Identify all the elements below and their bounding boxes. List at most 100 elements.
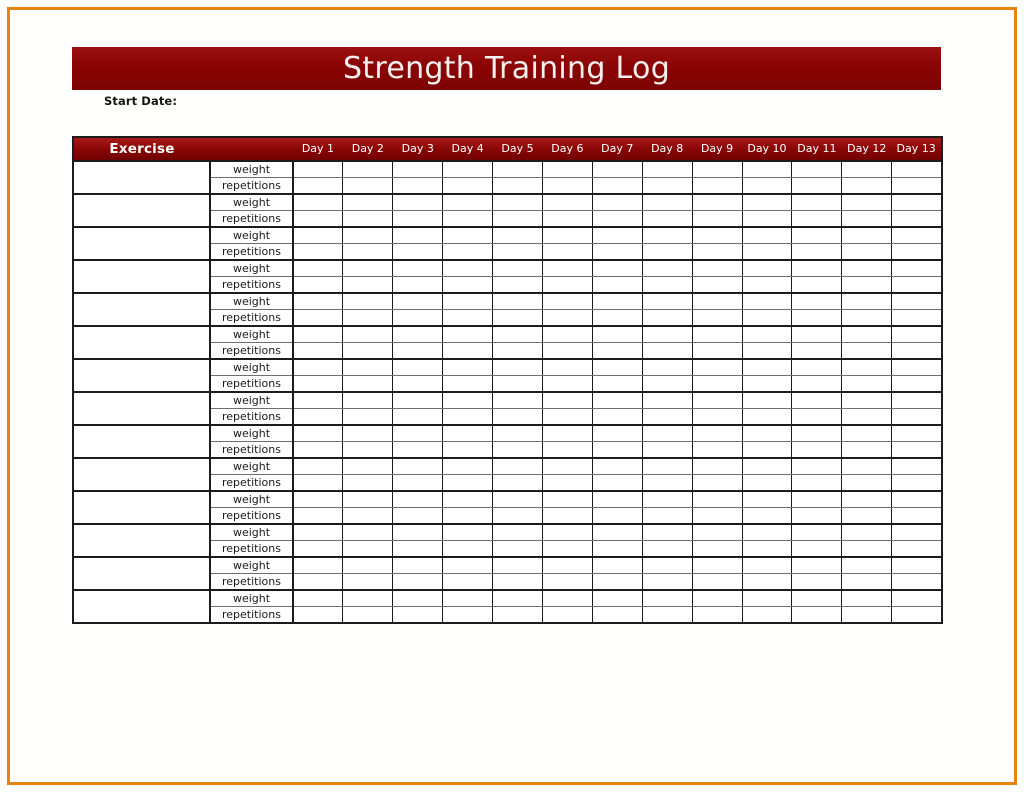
cell-weight-day-10[interactable] [741,193,793,211]
cell-weight-day-7[interactable] [591,490,643,508]
cell-repetitions-day-13[interactable] [891,507,943,525]
cell-repetitions-day-2[interactable] [342,540,394,558]
cell-weight-day-7[interactable] [591,391,643,409]
cell-repetitions-day-3[interactable] [392,474,444,492]
cell-weight-day-2[interactable] [342,457,394,475]
cell-repetitions-day-5[interactable] [492,210,543,228]
cell-repetitions-day-13[interactable] [891,540,943,558]
cell-repetitions-day-9[interactable] [691,243,743,261]
cell-weight-day-3[interactable] [392,391,444,409]
cell-repetitions-day-5[interactable] [492,408,543,426]
cell-repetitions-day-6[interactable] [541,540,593,558]
cell-repetitions-day-12[interactable] [841,540,893,558]
cell-repetitions-day-5[interactable] [492,474,543,492]
cell-repetitions-day-10[interactable] [741,573,793,591]
cell-repetitions-day-1[interactable] [292,408,344,426]
cell-repetitions-day-8[interactable] [641,309,693,327]
cell-repetitions-day-4[interactable] [442,507,494,525]
cell-weight-day-13[interactable] [891,358,943,376]
cell-weight-day-9[interactable] [691,193,743,211]
cell-weight-day-5[interactable] [492,556,543,574]
cell-weight-day-1[interactable] [292,193,344,211]
exercise-name-cell[interactable] [72,556,211,590]
cell-repetitions-day-7[interactable] [591,342,643,360]
cell-weight-day-9[interactable] [691,325,743,343]
cell-weight-day-2[interactable] [342,424,394,442]
cell-weight-day-5[interactable] [492,160,543,178]
cell-repetitions-day-4[interactable] [442,210,494,228]
exercise-name-cell[interactable] [72,325,211,359]
cell-repetitions-day-4[interactable] [442,573,494,591]
cell-weight-day-9[interactable] [691,424,743,442]
exercise-name-cell[interactable] [72,193,211,227]
cell-weight-day-13[interactable] [891,424,943,442]
cell-weight-day-11[interactable] [791,391,843,409]
cell-repetitions-day-2[interactable] [342,408,394,426]
cell-repetitions-day-7[interactable] [591,408,643,426]
cell-weight-day-11[interactable] [791,457,843,475]
cell-repetitions-day-13[interactable] [891,342,943,360]
cell-repetitions-day-3[interactable] [392,507,444,525]
cell-repetitions-day-6[interactable] [541,177,593,195]
cell-weight-day-2[interactable] [342,226,394,244]
cell-repetitions-day-2[interactable] [342,573,394,591]
cell-weight-day-13[interactable] [891,457,943,475]
cell-repetitions-day-10[interactable] [741,375,793,393]
cell-weight-day-7[interactable] [591,457,643,475]
cell-repetitions-day-11[interactable] [791,309,843,327]
cell-repetitions-day-2[interactable] [342,606,394,624]
cell-weight-day-6[interactable] [541,556,593,574]
cell-weight-day-3[interactable] [392,523,444,541]
cell-repetitions-day-11[interactable] [791,408,843,426]
cell-weight-day-3[interactable] [392,358,444,376]
cell-weight-day-11[interactable] [791,160,843,178]
cell-weight-day-12[interactable] [841,292,893,310]
cell-repetitions-day-13[interactable] [891,177,943,195]
exercise-name-cell[interactable] [72,391,211,425]
cell-repetitions-day-7[interactable] [591,573,643,591]
cell-weight-day-12[interactable] [841,325,893,343]
cell-weight-day-5[interactable] [492,391,543,409]
cell-weight-day-11[interactable] [791,589,843,607]
cell-repetitions-day-2[interactable] [342,210,394,228]
cell-weight-day-9[interactable] [691,391,743,409]
cell-repetitions-day-4[interactable] [442,309,494,327]
cell-weight-day-4[interactable] [442,226,494,244]
cell-repetitions-day-5[interactable] [492,441,543,459]
cell-repetitions-day-1[interactable] [292,606,344,624]
cell-repetitions-day-9[interactable] [691,375,743,393]
cell-repetitions-day-2[interactable] [342,375,394,393]
cell-weight-day-7[interactable] [591,523,643,541]
cell-weight-day-11[interactable] [791,193,843,211]
cell-repetitions-day-2[interactable] [342,276,394,294]
exercise-name-cell[interactable] [72,292,211,326]
cell-weight-day-2[interactable] [342,589,394,607]
cell-weight-day-5[interactable] [492,490,543,508]
cell-repetitions-day-1[interactable] [292,342,344,360]
cell-weight-day-1[interactable] [292,292,344,310]
cell-repetitions-day-13[interactable] [891,606,943,624]
cell-repetitions-day-13[interactable] [891,474,943,492]
cell-weight-day-10[interactable] [741,589,793,607]
cell-repetitions-day-13[interactable] [891,573,943,591]
cell-weight-day-11[interactable] [791,292,843,310]
cell-repetitions-day-5[interactable] [492,606,543,624]
cell-repetitions-day-11[interactable] [791,573,843,591]
cell-weight-day-1[interactable] [292,226,344,244]
cell-weight-day-8[interactable] [641,160,693,178]
cell-repetitions-day-3[interactable] [392,606,444,624]
cell-repetitions-day-7[interactable] [591,441,643,459]
cell-repetitions-day-9[interactable] [691,342,743,360]
cell-weight-day-6[interactable] [541,259,593,277]
cell-weight-day-9[interactable] [691,490,743,508]
cell-weight-day-8[interactable] [641,292,693,310]
cell-weight-day-11[interactable] [791,424,843,442]
cell-repetitions-day-6[interactable] [541,210,593,228]
cell-repetitions-day-10[interactable] [741,474,793,492]
cell-weight-day-8[interactable] [641,391,693,409]
cell-repetitions-day-13[interactable] [891,276,943,294]
cell-repetitions-day-8[interactable] [641,606,693,624]
cell-repetitions-day-2[interactable] [342,441,394,459]
cell-weight-day-5[interactable] [492,589,543,607]
cell-repetitions-day-6[interactable] [541,573,593,591]
